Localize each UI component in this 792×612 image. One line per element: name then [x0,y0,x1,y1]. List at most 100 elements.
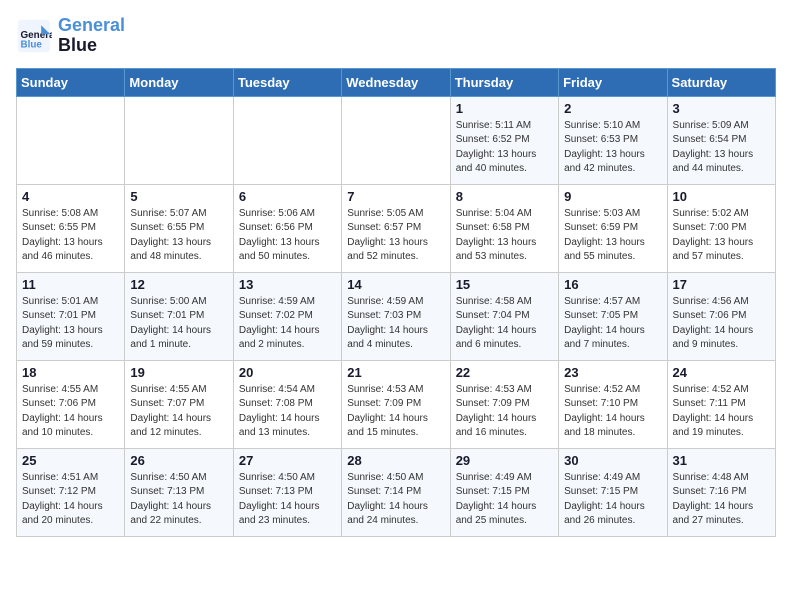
day-cell: 14Sunrise: 4:59 AM Sunset: 7:03 PM Dayli… [342,272,450,360]
day-info: Sunrise: 4:51 AM Sunset: 7:12 PM Dayligh… [22,471,119,529]
day-number: 29 [456,453,553,468]
day-info: Sunrise: 5:04 AM Sunset: 6:58 PM Dayligh… [456,207,553,265]
day-number: 17 [673,277,770,292]
week-row-2: 4 Sunrise: 5:08 AM Sunset: 6:55 PM Daylig… [17,184,776,272]
day-cell: 24 Sunrise: 4:52 AM Sunset: 7:11 PM Dayli… [667,360,775,448]
day-number: 16 [564,277,661,292]
day-info: Sunrise: 5:11 AM Sunset: 6:52 PM Dayligh… [456,119,553,177]
day-info: Sunrise: 4:52 AM Sunset: 7:10 PM Dayligh… [564,383,661,441]
day-info: Sunrise: 5:03 AM Sunset: 6:59 PM Dayligh… [564,207,661,265]
day-cell: 25 Sunrise: 4:51 AM Sunset: 7:12 PM Dayli… [17,448,125,536]
day-info: Sunrise: 5:00 AM Sunset: 7:01 PM Dayligh… [130,295,227,353]
day-info: Sunrise: 4:53 AM Sunset: 7:09 PM Dayligh… [347,383,444,441]
day-info: Sunrise: 5:05 AM Sunset: 6:57 PM Dayligh… [347,207,444,265]
day-cell: 8 Sunrise: 5:04 AM Sunset: 6:58 PM Daylig… [450,184,558,272]
day-info: Sunrise: 4:50 AM Sunset: 7:13 PM Dayligh… [239,471,336,529]
day-cell: 20 Sunrise: 4:54 AM Sunset: 7:08 PM Dayli… [233,360,341,448]
day-cell: 15 Sunrise: 4:58 AM Sunset: 7:04 PM Dayli… [450,272,558,360]
day-info: Sunrise: 5:01 AM Sunset: 7:01 PM Dayligh… [22,295,119,353]
logo: General Blue GeneralBlue [16,16,125,56]
day-number: 31 [673,453,770,468]
day-cell: 11Sunrise: 5:01 AM Sunset: 7:01 PM Dayli… [17,272,125,360]
day-number: 30 [564,453,661,468]
day-cell: 21 Sunrise: 4:53 AM Sunset: 7:09 PM Dayli… [342,360,450,448]
day-cell: 9Sunrise: 5:03 AM Sunset: 6:59 PM Daylig… [559,184,667,272]
day-number: 6 [239,189,336,204]
page-header: General Blue GeneralBlue [16,16,776,56]
day-number: 25 [22,453,119,468]
day-number: 12 [130,277,227,292]
day-number: 28 [347,453,444,468]
day-info: Sunrise: 4:49 AM Sunset: 7:15 PM Dayligh… [456,471,553,529]
day-number: 27 [239,453,336,468]
day-info: Sunrise: 4:54 AM Sunset: 7:08 PM Dayligh… [239,383,336,441]
logo-text: GeneralBlue [58,16,125,56]
day-cell [125,96,233,184]
day-cell: 28 Sunrise: 4:50 AM Sunset: 7:14 PM Dayli… [342,448,450,536]
day-number: 8 [456,189,553,204]
day-number: 15 [456,277,553,292]
day-cell: 5Sunrise: 5:07 AM Sunset: 6:55 PM Daylig… [125,184,233,272]
day-info: Sunrise: 4:50 AM Sunset: 7:14 PM Dayligh… [347,471,444,529]
week-row-4: 18Sunrise: 4:55 AM Sunset: 7:06 PM Dayli… [17,360,776,448]
day-cell: 26Sunrise: 4:50 AM Sunset: 7:13 PM Dayli… [125,448,233,536]
day-info: Sunrise: 5:02 AM Sunset: 7:00 PM Dayligh… [673,207,770,265]
day-cell: 27 Sunrise: 4:50 AM Sunset: 7:13 PM Dayli… [233,448,341,536]
day-number: 26 [130,453,227,468]
day-header-thursday: Thursday [450,68,558,96]
day-cell: 19Sunrise: 4:55 AM Sunset: 7:07 PM Dayli… [125,360,233,448]
day-number: 5 [130,189,227,204]
day-number: 4 [22,189,119,204]
day-cell: 6Sunrise: 5:06 AM Sunset: 6:56 PM Daylig… [233,184,341,272]
day-header-wednesday: Wednesday [342,68,450,96]
day-cell [17,96,125,184]
day-cell [342,96,450,184]
day-number: 19 [130,365,227,380]
day-cell: 31 Sunrise: 4:48 AM Sunset: 7:16 PM Dayli… [667,448,775,536]
day-info: Sunrise: 5:08 AM Sunset: 6:55 PM Dayligh… [22,207,119,265]
day-info: Sunrise: 4:55 AM Sunset: 7:06 PM Dayligh… [22,383,119,441]
day-cell: 16 Sunrise: 4:57 AM Sunset: 7:05 PM Dayli… [559,272,667,360]
svg-text:Blue: Blue [21,39,43,50]
day-cell: 22Sunrise: 4:53 AM Sunset: 7:09 PM Dayli… [450,360,558,448]
day-info: Sunrise: 4:59 AM Sunset: 7:02 PM Dayligh… [239,295,336,353]
day-info: Sunrise: 4:56 AM Sunset: 7:06 PM Dayligh… [673,295,770,353]
day-number: 23 [564,365,661,380]
day-cell: 2 Sunrise: 5:10 AM Sunset: 6:53 PM Daylig… [559,96,667,184]
day-header-tuesday: Tuesday [233,68,341,96]
day-header-sunday: Sunday [17,68,125,96]
week-row-5: 25 Sunrise: 4:51 AM Sunset: 7:12 PM Dayli… [17,448,776,536]
day-number: 3 [673,101,770,116]
day-cell: 4 Sunrise: 5:08 AM Sunset: 6:55 PM Daylig… [17,184,125,272]
day-number: 21 [347,365,444,380]
day-cell [233,96,341,184]
day-info: Sunrise: 4:52 AM Sunset: 7:11 PM Dayligh… [673,383,770,441]
day-cell: 13 Sunrise: 4:59 AM Sunset: 7:02 PM Dayli… [233,272,341,360]
day-cell: 18Sunrise: 4:55 AM Sunset: 7:06 PM Dayli… [17,360,125,448]
day-number: 22 [456,365,553,380]
day-cell: 10 Sunrise: 5:02 AM Sunset: 7:00 PM Dayli… [667,184,775,272]
day-cell: 30Sunrise: 4:49 AM Sunset: 7:15 PM Dayli… [559,448,667,536]
day-number: 13 [239,277,336,292]
day-number: 10 [673,189,770,204]
day-info: Sunrise: 4:58 AM Sunset: 7:04 PM Dayligh… [456,295,553,353]
day-header-monday: Monday [125,68,233,96]
day-info: Sunrise: 4:59 AM Sunset: 7:03 PM Dayligh… [347,295,444,353]
day-cell: 12 Sunrise: 5:00 AM Sunset: 7:01 PM Dayli… [125,272,233,360]
day-info: Sunrise: 4:48 AM Sunset: 7:16 PM Dayligh… [673,471,770,529]
header-row: SundayMondayTuesdayWednesdayThursdayFrid… [17,68,776,96]
day-cell: 23 Sunrise: 4:52 AM Sunset: 7:10 PM Dayli… [559,360,667,448]
day-number: 1 [456,101,553,116]
day-cell: 17 Sunrise: 4:56 AM Sunset: 7:06 PM Dayli… [667,272,775,360]
day-number: 24 [673,365,770,380]
day-info: Sunrise: 4:57 AM Sunset: 7:05 PM Dayligh… [564,295,661,353]
day-header-saturday: Saturday [667,68,775,96]
day-number: 20 [239,365,336,380]
day-cell: 3Sunrise: 5:09 AM Sunset: 6:54 PM Daylig… [667,96,775,184]
logo-icon: General Blue [16,18,52,54]
day-cell: 29 Sunrise: 4:49 AM Sunset: 7:15 PM Dayli… [450,448,558,536]
day-info: Sunrise: 5:10 AM Sunset: 6:53 PM Dayligh… [564,119,661,177]
week-row-1: 1 Sunrise: 5:11 AM Sunset: 6:52 PM Daylig… [17,96,776,184]
calendar-table: SundayMondayTuesdayWednesdayThursdayFrid… [16,68,776,537]
day-number: 2 [564,101,661,116]
